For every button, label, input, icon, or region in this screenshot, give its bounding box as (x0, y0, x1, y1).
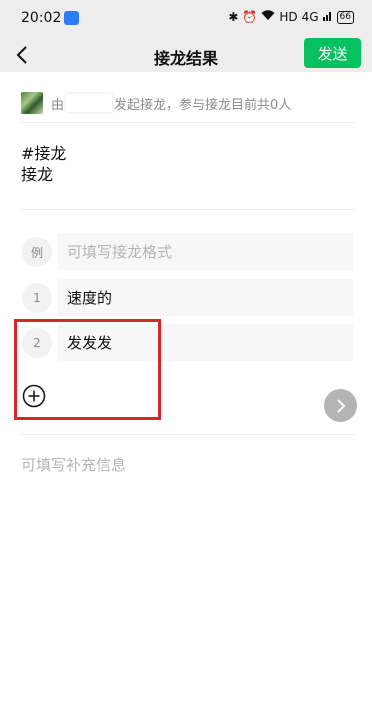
status-time: 20:02 (21, 10, 62, 26)
entry-input-1[interactable]: 速度的 (58, 279, 353, 316)
bluetooth-icon: ✱ (228, 10, 239, 24)
wifi-icon (261, 10, 275, 24)
title-bar: 接龙结果 发送 (0, 38, 372, 72)
signal-label: 4G (301, 10, 319, 24)
example-format-input[interactable]: 可填写接龙格式 (58, 233, 353, 270)
topic-line-2: 接龙 (21, 165, 54, 184)
alarm-icon: ⏰ (242, 10, 258, 24)
highlight-box (14, 319, 161, 420)
chevron-right-icon (336, 398, 345, 413)
divider (21, 434, 354, 435)
row-number-1: 1 (22, 283, 52, 313)
battery-icon: 66 (336, 10, 354, 24)
redacted-name (66, 94, 113, 112)
initiator-prefix: 由 (51, 97, 65, 113)
divider (21, 122, 354, 123)
topic-line-1: #接龙 (21, 144, 67, 163)
signal-icon (322, 10, 333, 24)
initiator-text: 由 发起接龙，参与接龙目前共0人 (51, 94, 291, 113)
initiator-suffix: 发起接龙，参与接龙目前共0人 (114, 97, 292, 113)
divider (21, 209, 354, 210)
status-bar: 20:02 ✱ ⏰ HD 4G 66 (0, 0, 372, 38)
example-row-label: 例 (22, 237, 52, 267)
supplement-input[interactable]: 可填写补充信息 (21, 454, 126, 475)
send-button[interactable]: 发送 (304, 38, 361, 68)
avatar (21, 92, 43, 114)
notification-app-icon (64, 11, 79, 25)
hd-label: HD (279, 10, 298, 24)
status-icons: ✱ ⏰ HD 4G 66 (228, 10, 354, 24)
topic-text[interactable]: #接龙 接龙 (21, 143, 66, 185)
initiator-info: 由 发起接龙，参与接龙目前共0人 (21, 90, 291, 116)
next-button[interactable] (324, 389, 357, 422)
